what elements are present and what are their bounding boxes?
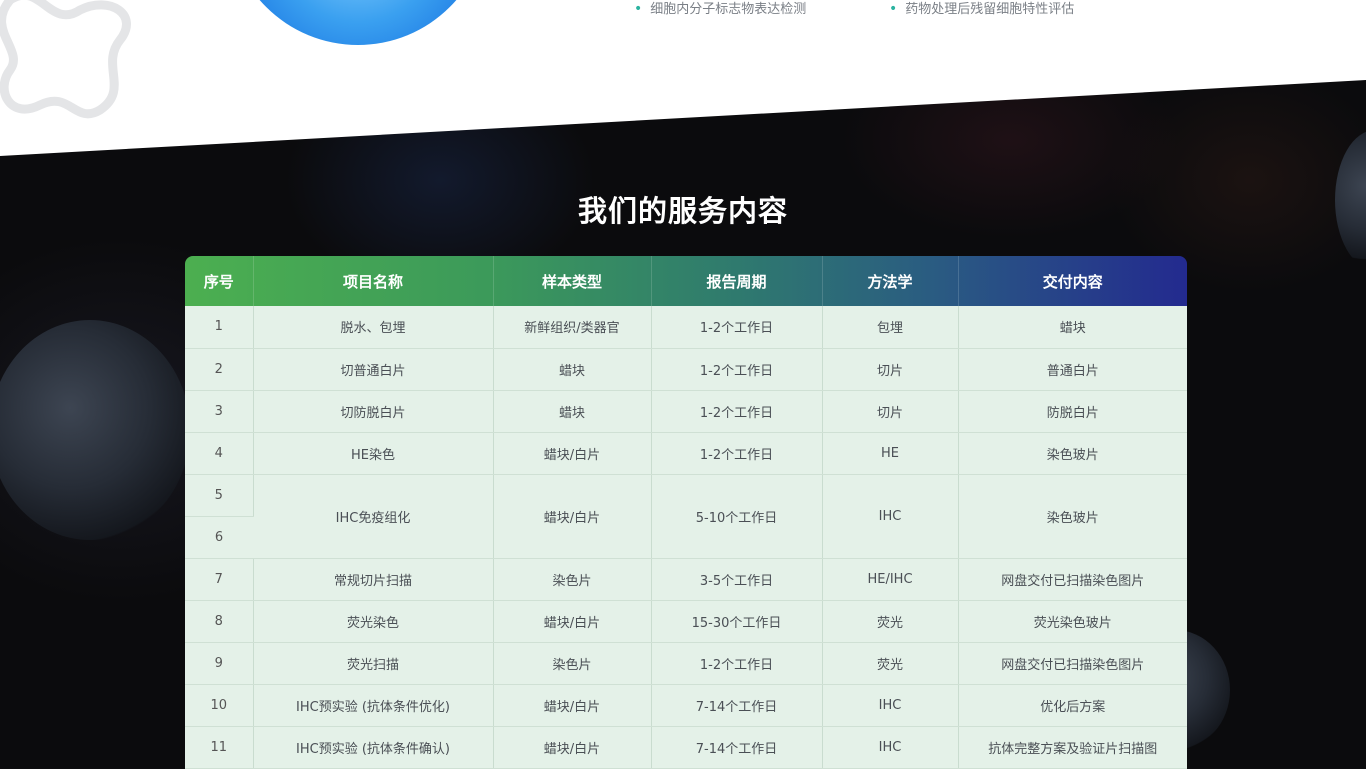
row-project-name: IHC免疫组化 [253, 474, 494, 559]
row-project-name: 荧光扫描 [253, 642, 494, 685]
table-row: 3 切防脱白片 蜡块 1-2个工作日 切片 防脱白片 [185, 390, 1187, 433]
row-sample-type: 蜡块 [493, 348, 652, 391]
row-sample-type: 染色片 [493, 558, 652, 601]
row-method: 切片 [822, 390, 959, 433]
row-project-name: IHC预实验 (抗体条件优化) [253, 684, 494, 727]
row-method: 荧光 [822, 642, 959, 685]
header-report-period: 报告周期 [651, 256, 823, 306]
table-row: 8 荧光染色 蜡块/白片 15-30个工作日 荧光 荧光染色玻片 [185, 600, 1187, 643]
row-sample-type: 蜡块/白片 [493, 432, 652, 475]
row-method: 荧光 [822, 600, 959, 643]
row-method: IHC [822, 726, 959, 769]
row-deliverable: 防脱白片 [958, 390, 1187, 433]
row-deliverable: 荧光染色玻片 [958, 600, 1187, 643]
row-index: 11 [185, 726, 254, 769]
section-title: 我们的服务内容 [577, 194, 788, 228]
row-report-period: 7-14个工作日 [651, 684, 823, 727]
row-sample-type: 新鲜组织/类器官 [493, 306, 652, 349]
row-report-period: 15-30个工作日 [651, 600, 823, 643]
row-sample-type: 蜡块/白片 [493, 726, 652, 769]
row-method: HE [822, 432, 959, 475]
row-report-period: 1-2个工作日 [651, 348, 823, 391]
cell-outline-icon [0, 0, 131, 119]
row-project-name: 切普通白片 [253, 348, 494, 391]
table-row: 4 HE染色 蜡块/白片 1-2个工作日 HE 染色玻片 [185, 432, 1187, 475]
row-method: IHC [822, 474, 959, 559]
row-method: HE/IHC [822, 558, 959, 601]
feature-item-right: • 药物处理后残留细胞特性评估 [889, 0, 1074, 17]
row-project-name: 荧光染色 [253, 600, 494, 643]
row-deliverable: 网盘交付已扫描染色图片 [958, 642, 1187, 685]
row-sample-type: 蜡块/白片 [493, 600, 652, 643]
row-index: 3 [185, 390, 254, 433]
feature-text: 细胞内分子标志物表达检测 [650, 2, 807, 17]
row-project-name: IHC预实验 (抗体条件确认) [253, 726, 494, 769]
row-index: 1 [185, 306, 254, 349]
row-report-period: 1-2个工作日 [651, 432, 823, 475]
table-row: 1 脱水、包埋 新鲜组织/类器官 1-2个工作日 包埋 蜡块 [185, 306, 1187, 349]
row-index: 10 [185, 684, 254, 727]
table-row: 11 IHC预实验 (抗体条件确认) 蜡块/白片 7-14个工作日 IHC 抗体… [185, 726, 1187, 769]
header-deliverable: 交付内容 [1042, 272, 1103, 291]
row-method: 包埋 [822, 306, 959, 349]
row-report-period: 1-2个工作日 [651, 642, 823, 685]
table-row: 10 IHC预实验 (抗体条件优化) 蜡块/白片 7-14个工作日 IHC 优化… [185, 684, 1187, 727]
row-report-period: 3-5个工作日 [651, 558, 823, 601]
row-sample-type: 蜡块/白片 [493, 474, 652, 559]
row-index: 5 [185, 474, 254, 517]
row-index: 7 [185, 558, 254, 601]
row-project-name: 脱水、包埋 [253, 306, 494, 349]
row-sample-type: 染色片 [493, 642, 652, 685]
row-project-name: 常规切片扫描 [253, 558, 494, 601]
header-sample-type: 样本类型 [493, 256, 652, 306]
feature-text: 药物处理后残留细胞特性评估 [905, 2, 1075, 17]
row-report-period: 1-2个工作日 [651, 390, 823, 433]
table-row: 7 常规切片扫描 染色片 3-5个工作日 HE/IHC 网盘交付已扫描染色图片 [185, 558, 1187, 601]
row-deliverable: 网盘交付已扫描染色图片 [958, 558, 1187, 601]
header-method: 方法学 [822, 256, 959, 306]
row-index: 4 [185, 432, 254, 475]
row-deliverable: 染色玻片 [958, 474, 1187, 559]
table-row: 9 荧光扫描 染色片 1-2个工作日 荧光 网盘交付已扫描染色图片 [185, 642, 1187, 685]
row-report-period: 5-10个工作日 [651, 474, 823, 559]
row-sample-type: 蜡块/白片 [493, 684, 652, 727]
row-deliverable: 优化后方案 [958, 684, 1187, 727]
header-index: 序号 [185, 256, 254, 306]
row-index: 6 [185, 516, 253, 559]
row-deliverable: 染色玻片 [958, 432, 1187, 475]
row-method: 切片 [822, 348, 959, 391]
row-method: IHC [822, 684, 959, 727]
row-index: 8 [185, 600, 254, 643]
table-row: 2 切普通白片 蜡块 1-2个工作日 切片 普通白片 [185, 348, 1187, 391]
row-project-name: HE染色 [253, 432, 494, 475]
row-report-period: 1-2个工作日 [651, 306, 823, 349]
row-report-period: 7-14个工作日 [651, 726, 823, 769]
feature-item-left: • 细胞内分子标志物表达检测 [634, 0, 806, 17]
table-header-row: 序号 项目名称 样本类型 报告周期 方法学 交付内容 [185, 256, 1187, 306]
header-project-name: 项目名称 [253, 256, 494, 306]
row-sample-type: 蜡块 [493, 390, 652, 433]
table-row: 5 IHC免疫组化 蜡块/白片 5-10个工作日 IHC 染色玻片 [185, 474, 1187, 559]
row-index: 9 [185, 642, 254, 685]
services-table: 序号 项目名称 样本类型 报告周期 方法学 交付内容 1 脱水、包埋 新鲜组织/… [185, 256, 1187, 769]
row-deliverable: 蜡块 [958, 306, 1187, 349]
row-deliverable: 抗体完整方案及验证片扫描图 [958, 726, 1187, 769]
bullet-icon: • [889, 1, 898, 17]
row-deliverable: 普通白片 [958, 348, 1187, 391]
row-index: 2 [185, 348, 254, 391]
bullet-icon: • [634, 1, 643, 17]
row-project-name: 切防脱白片 [253, 390, 494, 433]
